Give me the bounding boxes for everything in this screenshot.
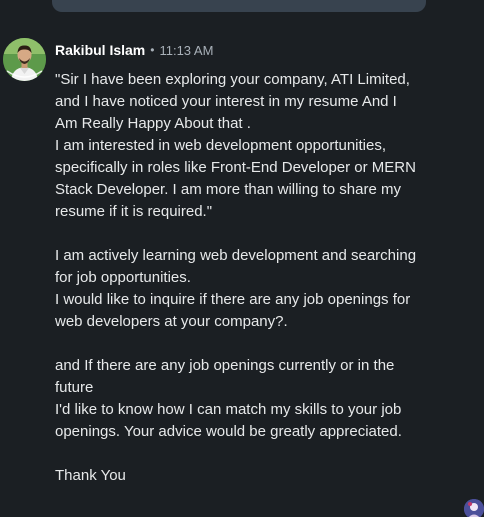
message-line: web developers at your company?.: [55, 313, 288, 330]
message-line: "Sir I have been exploring your company,…: [55, 71, 410, 88]
message-line: openings. Your advice would be greatly a…: [55, 423, 402, 440]
messaging-thread: Rakibul Islam • 11:13 AM "Sir I have bee…: [0, 0, 484, 517]
message-header: Rakibul Islam • 11:13 AM: [55, 40, 213, 60]
profile-photo-icon: [3, 38, 46, 81]
message-line: Thank You: [55, 467, 126, 484]
header-separator: •: [150, 43, 155, 57]
message-body: "Sir I have been exploring your company,…: [55, 69, 430, 487]
message-line: for job opportunities.: [55, 269, 191, 286]
message-line: and I have noticed your interest in my r…: [55, 93, 397, 110]
message-line: and If there are any job openings curren…: [55, 357, 395, 374]
sender-name[interactable]: Rakibul Islam: [55, 42, 145, 58]
message-line: Stack Developer. I am more than willing …: [55, 181, 401, 198]
message-line: I'd like to know how I can match my skil…: [55, 401, 402, 418]
message-line: resume if it is required.": [55, 203, 213, 220]
user-avatar-icon: [464, 499, 484, 517]
message-line: I would like to inquire if there are any…: [55, 291, 411, 308]
seen-by-avatar[interactable]: [464, 499, 484, 517]
message-line: Am Really Happy About that .: [55, 115, 251, 132]
message-line: future: [55, 379, 94, 396]
message-line: I am interested in web development oppor…: [55, 137, 387, 154]
previous-message-bubble: [52, 0, 426, 12]
message-timestamp: 11:13 AM: [159, 42, 214, 58]
message-line: I am actively learning web development a…: [55, 247, 417, 264]
sender-avatar[interactable]: [3, 38, 46, 81]
message-line: specifically in roles like Front-End Dev…: [55, 159, 416, 176]
